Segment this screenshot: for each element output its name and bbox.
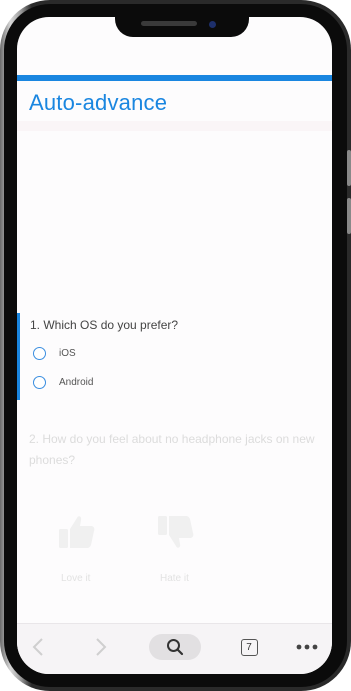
option-ios-label: iOS — [59, 347, 76, 359]
page-title: Auto-advance — [29, 90, 168, 115]
question-1: 1. Which OS do you prefer? iOS Android — [17, 313, 332, 400]
forward-button[interactable] — [93, 634, 109, 660]
love-it-label: Love it — [61, 573, 91, 584]
search-button[interactable] — [149, 634, 201, 660]
chevron-left-icon — [32, 638, 43, 656]
browser-toolbar: 7 — [17, 623, 332, 674]
option-android-label: Android — [59, 376, 94, 388]
front-camera — [209, 21, 216, 28]
radio-android[interactable] — [33, 375, 46, 389]
back-button[interactable] — [30, 634, 46, 660]
thumbs-up-icon[interactable] — [56, 512, 96, 552]
radio-ios[interactable] — [33, 346, 46, 360]
question-2-text: 2. How do you feel about no headphone ja… — [29, 432, 315, 467]
search-icon — [167, 639, 184, 656]
header-accent-bar — [17, 75, 332, 81]
chevron-right-icon — [96, 638, 107, 656]
menu-button[interactable] — [295, 634, 319, 660]
hate-it-label: Hate it — [160, 573, 189, 584]
option-android[interactable]: Android — [33, 374, 93, 390]
volume-up-button — [347, 150, 351, 186]
tabs-button[interactable]: 7 — [239, 634, 259, 660]
question-1-text: 1. Which OS do you prefer? — [30, 318, 179, 332]
more-horizontal-icon — [296, 644, 318, 650]
notch — [115, 17, 249, 37]
header-divider — [17, 121, 332, 131]
speaker-grille — [141, 21, 197, 26]
volume-down-button — [347, 198, 351, 234]
thumbs-down-icon[interactable] — [155, 512, 195, 552]
option-ios[interactable]: iOS — [33, 345, 76, 361]
phone-screen: Auto-advance 1. Which OS do you prefer? … — [17, 17, 332, 674]
tab-count: 7 — [240, 638, 258, 656]
